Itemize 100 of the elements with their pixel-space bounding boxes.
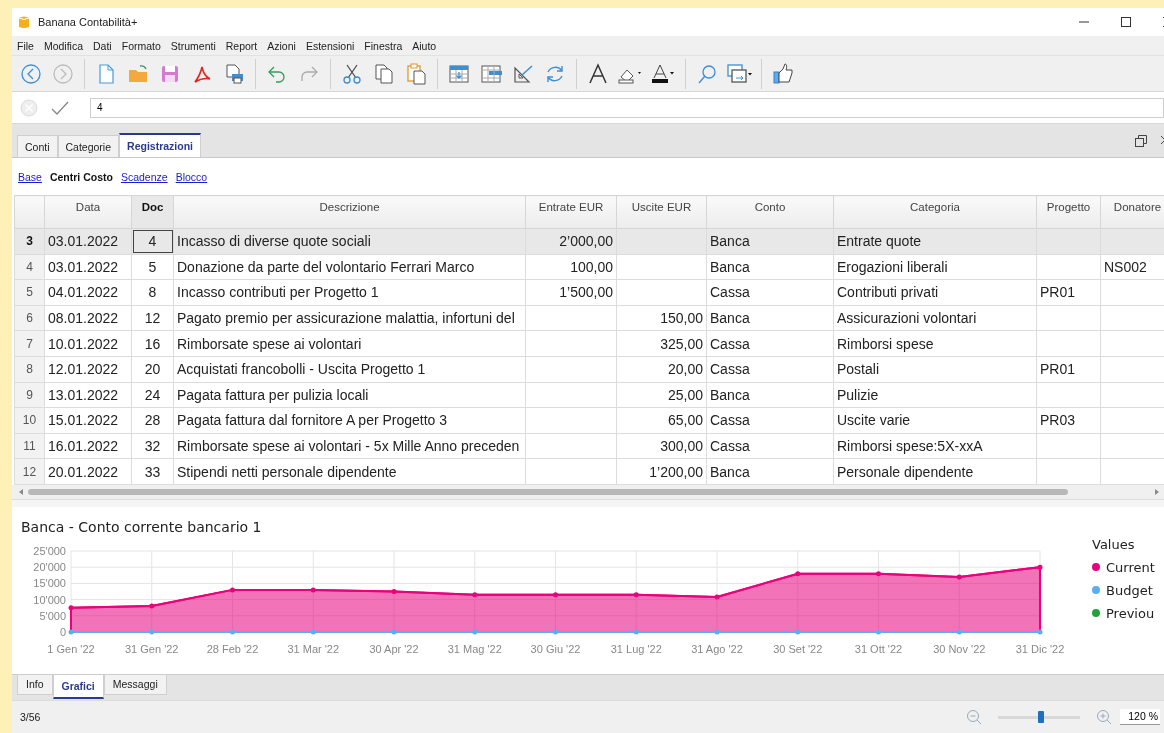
row-number[interactable]: 9 <box>14 382 45 408</box>
x-tick-label: 31 Mar '22 <box>287 642 340 655</box>
search-icon[interactable] <box>696 62 718 85</box>
row-number[interactable]: 11 <box>14 433 45 459</box>
table-cell: Personale dipendente <box>833 458 1037 485</box>
back-icon[interactable] <box>20 62 42 85</box>
view-link[interactable]: Base <box>18 170 42 183</box>
x-tick-label: 1 Gen '22 <box>47 642 95 655</box>
table-cell: 28 <box>131 407 174 434</box>
copy-icon[interactable] <box>373 62 395 85</box>
x-tick-label: 30 Nov '22 <box>933 642 986 655</box>
menu-item[interactable]: Formato <box>121 39 161 52</box>
set-square-icon[interactable] <box>512 62 534 85</box>
menu-item[interactable]: File <box>17 39 34 52</box>
scroll-right-icon[interactable] <box>1154 487 1160 496</box>
row-number[interactable]: 7 <box>14 330 45 357</box>
table-cell: 25,00 <box>616 382 707 408</box>
tab[interactable]: Info <box>17 674 53 695</box>
y-tick-label: 15'000 <box>33 577 66 590</box>
scroll-left-icon[interactable] <box>18 487 24 496</box>
y-tick-label: 10'000 <box>33 593 66 606</box>
column-header[interactable]: Descrizione <box>173 195 526 229</box>
column-header[interactable]: Uscite EUR <box>616 195 707 229</box>
table-cell: Acquistati francobolli - Uscita Progetto 1 <box>173 356 526 383</box>
column-header[interactable]: Data <box>44 195 132 229</box>
view-link[interactable]: Centri Costo <box>49 170 113 183</box>
tab[interactable]: Messaggi <box>103 674 167 695</box>
table-cell: PR01 <box>1036 356 1101 383</box>
table-cell: 5 <box>131 254 174 280</box>
y-tick-label: 5'000 <box>39 609 66 622</box>
font-icon[interactable] <box>587 62 609 85</box>
menu-item[interactable]: Strumenti <box>170 39 216 52</box>
column-header[interactable]: Progetto <box>1036 195 1101 229</box>
table-cell: Banca <box>706 382 834 408</box>
row-number[interactable]: 3 <box>14 228 45 255</box>
menu-item[interactable]: Dati <box>93 39 112 52</box>
row-number[interactable]: 10 <box>14 407 45 434</box>
x-tick-label: 31 Dic '22 <box>1015 642 1065 655</box>
menu-item[interactable]: Report <box>225 39 258 52</box>
row-number[interactable]: 6 <box>14 305 45 331</box>
table-cell: Cassa <box>706 330 834 357</box>
column-header[interactable]: Entrate EUR <box>525 195 617 229</box>
zoom-slider-thumb[interactable] <box>1037 710 1044 723</box>
y-tick-label: 0 <box>59 625 66 638</box>
zoom-in-icon[interactable] <box>1096 708 1112 725</box>
windows-icon[interactable] <box>726 62 753 85</box>
table-cell: Pagata fattura per pulizia locali <box>173 382 526 408</box>
tab[interactable]: Conti <box>17 135 58 157</box>
zoom-field[interactable]: 120 % <box>1120 708 1160 725</box>
table-cell: Cassa <box>706 407 834 434</box>
menu-item[interactable]: Aiuto <box>412 39 437 52</box>
legend-label: Previou <box>1106 605 1155 621</box>
table-cell: 32 <box>131 433 174 459</box>
record-position: 3/56 <box>20 710 41 723</box>
tab[interactable]: Categorie <box>57 135 120 157</box>
row-number[interactable]: 4 <box>14 254 45 280</box>
row-number[interactable]: 12 <box>14 458 45 485</box>
maximize-icon[interactable] <box>1120 16 1132 28</box>
scrollbar-thumb[interactable] <box>28 488 1068 495</box>
row-number[interactable]: 5 <box>14 279 45 306</box>
legend-label: Current <box>1106 559 1155 575</box>
data-point <box>714 594 720 600</box>
text-color-icon[interactable] <box>650 62 677 85</box>
table-cell: Erogazioni liberali <box>833 254 1037 280</box>
row-number[interactable]: 8 <box>14 356 45 383</box>
thumbs-up-icon[interactable] <box>772 62 794 85</box>
table-add-row-icon[interactable] <box>448 62 470 85</box>
table-cell: 1’200,00 <box>616 458 707 485</box>
table-cell: Postali <box>833 356 1037 383</box>
menu-item[interactable]: Azioni <box>267 39 296 52</box>
data-point <box>633 629 639 635</box>
scissors-icon[interactable] <box>341 62 363 85</box>
table-cell: Stipendi netti personale dipendente <box>173 458 526 485</box>
tab[interactable]: Grafici <box>52 674 104 699</box>
table-cell: 12 <box>131 305 174 331</box>
menu-item[interactable]: Modifica <box>43 39 84 52</box>
tab[interactable]: Registrazioni <box>119 133 201 157</box>
column-header[interactable]: Categoria <box>833 195 1037 229</box>
column-header[interactable]: Doc <box>131 195 174 229</box>
column-header[interactable]: Conto <box>706 195 834 229</box>
table-cell: Banca <box>706 458 834 485</box>
table-cell: 1’500,00 <box>525 279 617 306</box>
table-cell: Contributi privati <box>833 279 1037 306</box>
table-cell: Rimborsi spese <box>833 330 1037 357</box>
paste-icon[interactable] <box>405 62 427 85</box>
folder-icon[interactable] <box>127 62 149 85</box>
view-link[interactable]: Blocco <box>175 170 208 183</box>
view-link[interactable]: Scadenze <box>120 170 168 183</box>
print-preview-icon[interactable] <box>223 62 245 85</box>
data-point <box>956 629 962 635</box>
menu-item[interactable]: Finestra <box>364 39 403 52</box>
table-cell: 150,00 <box>616 305 707 331</box>
x-tick-label: 30 Apr '22 <box>369 642 419 655</box>
cell-edit-field[interactable]: 4 <box>90 97 1164 118</box>
menu-item[interactable]: Estensioni <box>305 39 355 52</box>
restore-icon[interactable] <box>1134 133 1148 148</box>
zoom-out-icon[interactable] <box>966 708 982 725</box>
column-header[interactable]: Donatore <box>1100 195 1164 229</box>
table-insert-row-icon[interactable] <box>480 62 502 85</box>
x-tick-label: 30 Set '22 <box>773 642 823 655</box>
